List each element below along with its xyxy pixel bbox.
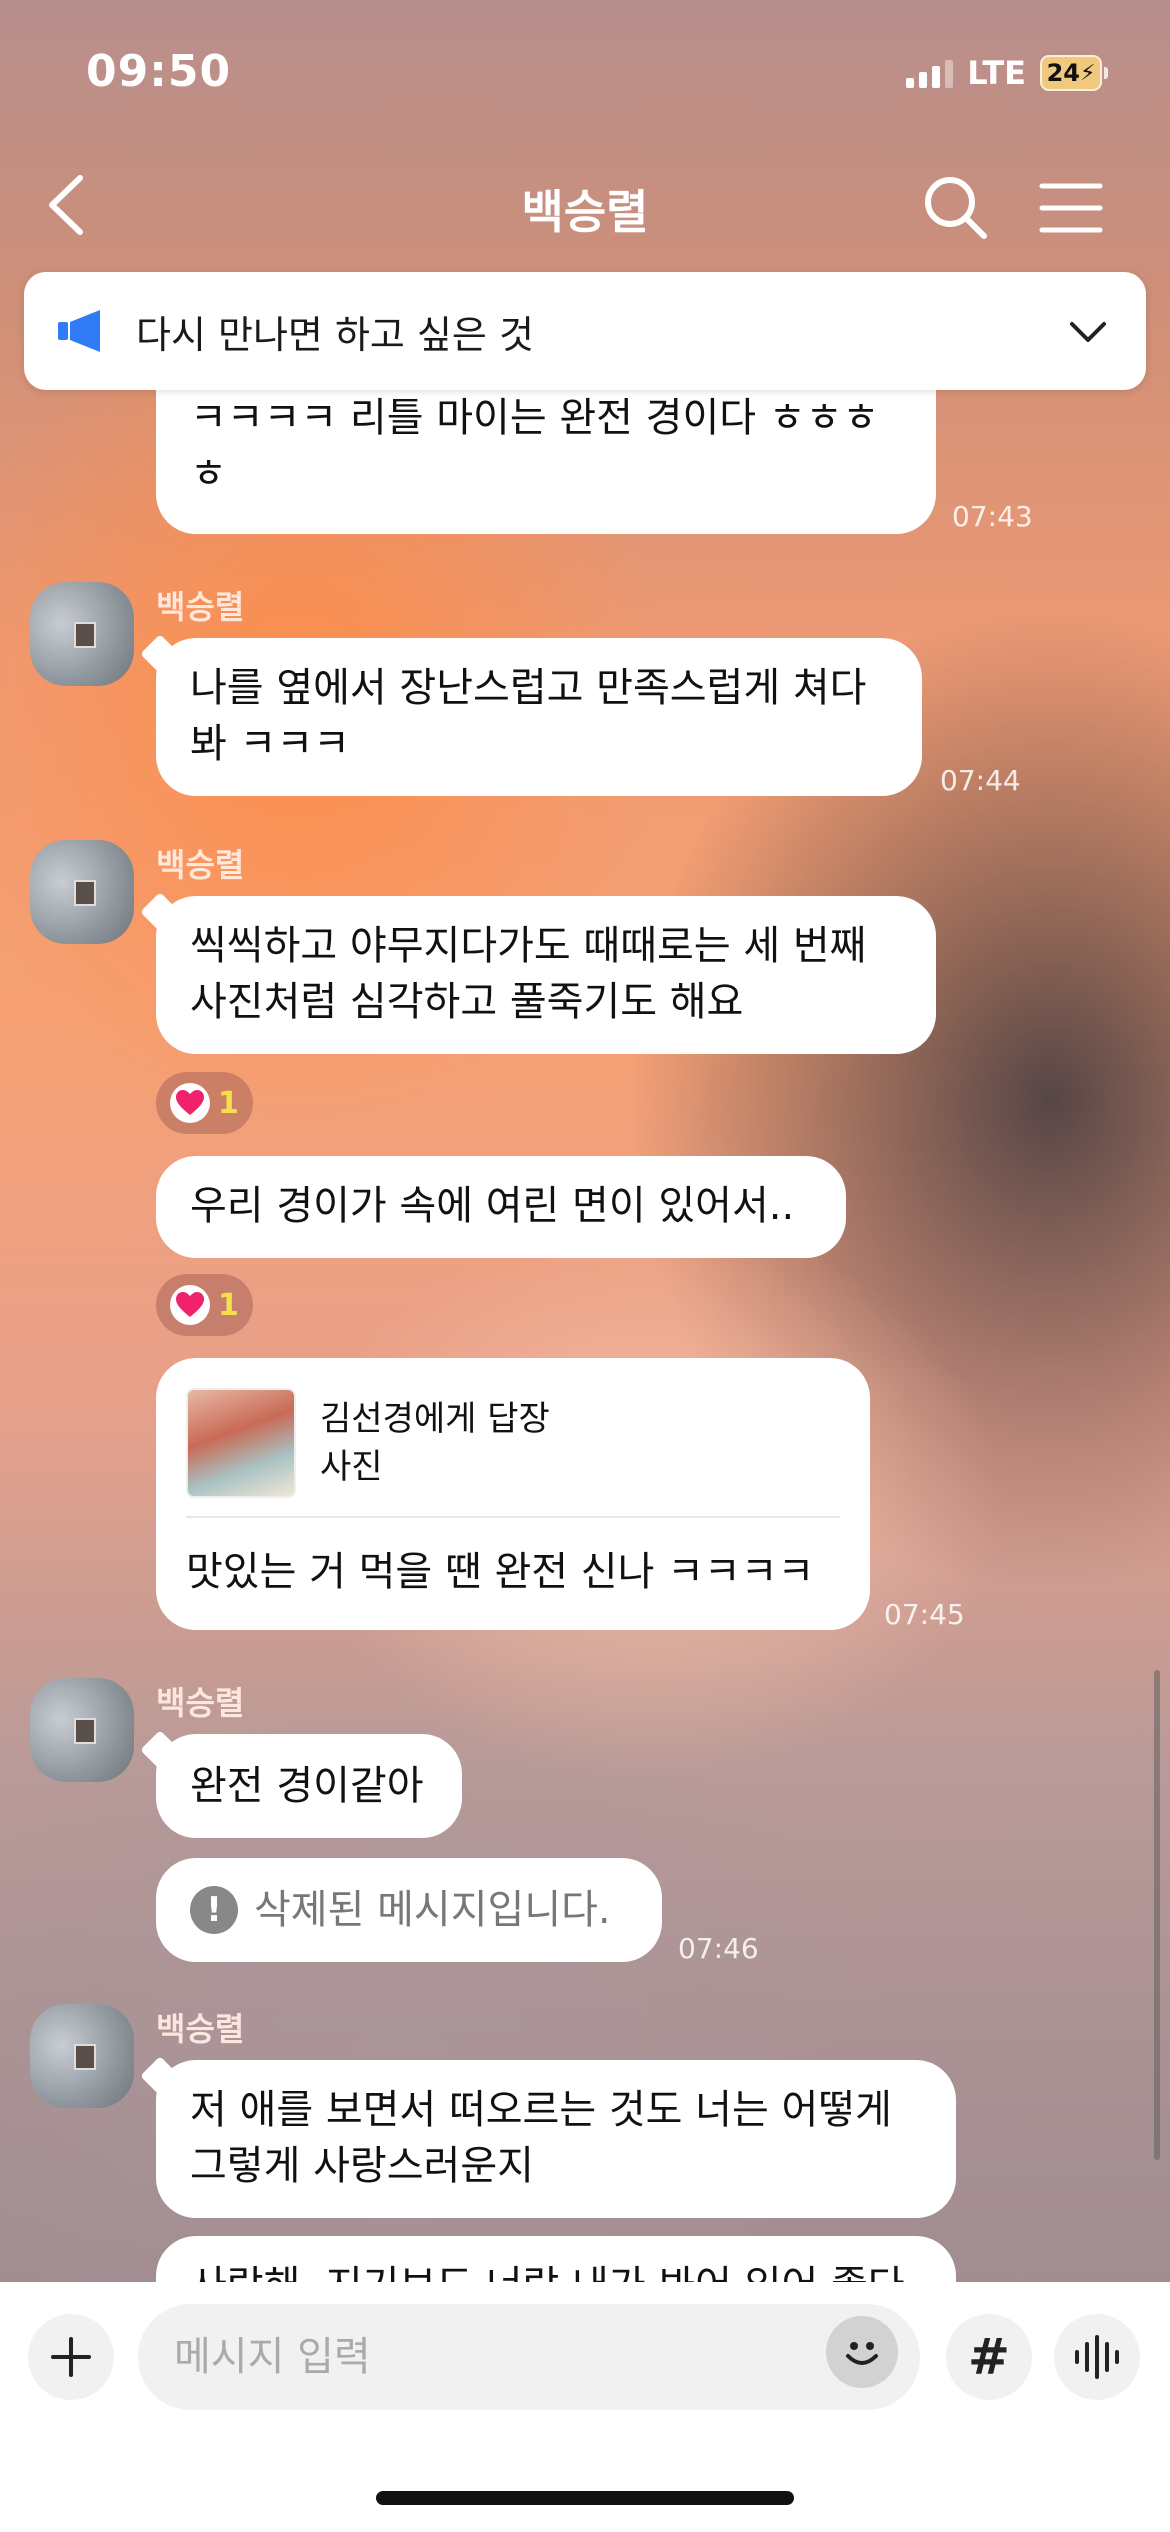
avatar[interactable]	[30, 2004, 134, 2108]
plus-icon	[51, 2337, 91, 2377]
reaction-count: 1	[218, 1085, 239, 1121]
message-text: 그렇게 사랑스러운지	[190, 2143, 534, 2189]
battery-level: 24	[1046, 59, 1080, 87]
message-bubble[interactable]: 저 애를 보면서 떠오르는 것도 너는 어떻게 그렇게 사랑스러운지	[156, 2060, 956, 2218]
heart-icon	[170, 1285, 210, 1325]
warning-icon: !	[190, 1886, 238, 1934]
battery-icon: 24 ⚡	[1040, 55, 1108, 91]
message-time: 07:45	[884, 1598, 965, 1631]
message-bubble[interactable]: 씩씩하고 야무지다가도 때때로는 세 번째 사진처럼 심각하고 풀죽기도 해요	[156, 896, 936, 1054]
message-text: 봐 ㅋㅋㅋ	[190, 721, 350, 767]
search-icon[interactable]	[920, 172, 990, 242]
deleted-message-text: 삭제된 메시지입니다.	[254, 1887, 611, 1933]
message-time: 07:44	[940, 764, 1021, 797]
avatar[interactable]	[30, 1678, 134, 1782]
message-text: 우리 경이가 속에 여린 면이 있어서..	[190, 1183, 795, 1229]
message-text: 저 애를 보면서 떠오르는 것도 너는 어떻게	[190, 2087, 892, 2133]
sender-name: 백승렬	[156, 588, 245, 626]
avatar[interactable]	[30, 840, 134, 944]
status-indicators: LTE 24 ⚡	[906, 54, 1108, 92]
pinned-notice[interactable]: 다시 만나면 하고 싶은 것	[24, 272, 1146, 390]
message-text: ㅋㅋㅋㅋ 리틀 마이는 완전 경이다 ㅎㅎㅎ	[190, 395, 880, 441]
network-type: LTE	[967, 54, 1026, 92]
message-bubble[interactable]: 나를 옆에서 장난스럽고 만족스럽게 쳐다 봐 ㅋㅋㅋ	[156, 638, 922, 796]
voice-button[interactable]	[1054, 2314, 1140, 2400]
message-text: 맛있는 거 먹을 땐 완전 신나 ㅋㅋㅋㅋ	[186, 1549, 815, 1595]
message-text: ㅎ	[190, 451, 227, 497]
message-bubble[interactable]: 완전 경이같아	[156, 1734, 462, 1838]
home-indicator[interactable]	[376, 2491, 794, 2505]
reaction-count: 1	[218, 1287, 239, 1323]
notice-text: 다시 만나면 하고 싶은 것	[136, 312, 534, 357]
menu-icon[interactable]	[1036, 178, 1106, 238]
message-time: 07:43	[952, 500, 1033, 533]
emoji-button[interactable]	[826, 2316, 898, 2388]
reply-target: 김선경에게 답장	[320, 1399, 550, 1439]
avatar[interactable]	[30, 582, 134, 686]
heart-icon	[170, 1083, 210, 1123]
sender-name: 백승렬	[156, 846, 245, 884]
message-bubble[interactable]: 우리 경이가 속에 여린 면이 있어서..	[156, 1156, 846, 1258]
message-text: 나를 옆에서 장난스럽고 만족스럽게 쳐다	[190, 665, 867, 711]
reply-thumbnail-image	[186, 1388, 296, 1498]
scrollbar[interactable]	[1154, 1670, 1160, 2160]
reply-type: 사진	[320, 1447, 383, 1487]
message-time: 07:46	[678, 1932, 759, 1965]
message-input[interactable]	[138, 2304, 920, 2410]
plus-button[interactable]	[28, 2314, 114, 2400]
reply-divider	[186, 1516, 840, 1518]
megaphone-icon	[58, 310, 100, 352]
reaction-badge[interactable]: 1	[156, 1274, 253, 1336]
message-text: 씩씩하고 야무지다가도 때때로는 세 번째	[190, 923, 867, 969]
status-time: 09:50	[86, 46, 232, 97]
reply-message-bubble[interactable]: 김선경에게 답장 사진 맛있는 거 먹을 땐 완전 신나 ㅋㅋㅋㅋ	[156, 1358, 870, 1630]
deleted-message-bubble[interactable]: ! 삭제된 메시지입니다.	[156, 1858, 662, 1962]
sender-name: 백승렬	[156, 1684, 245, 1722]
hashtag-button[interactable]: #	[946, 2314, 1032, 2400]
message-text: 완전 경이같아	[190, 1763, 424, 1809]
reaction-badge[interactable]: 1	[156, 1072, 253, 1134]
sender-name: 백승렬	[156, 2010, 245, 2048]
chat-title: 백승렬	[521, 185, 649, 239]
voice-icon	[1075, 2335, 1119, 2379]
signal-icon	[906, 58, 954, 88]
emoji-icon	[846, 2342, 878, 2365]
message-text: 사진처럼 심각하고 풀죽기도 해요	[190, 979, 744, 1025]
chevron-down-icon[interactable]	[1066, 310, 1110, 354]
